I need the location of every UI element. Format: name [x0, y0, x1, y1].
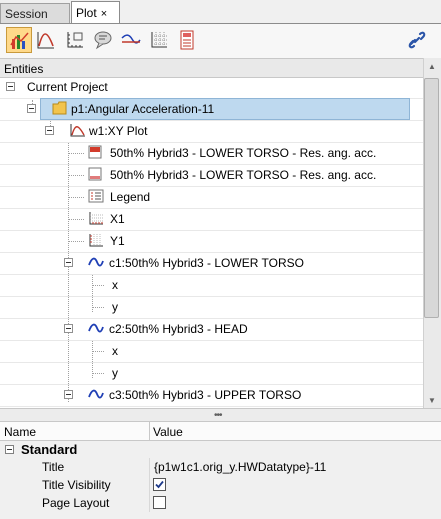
curve-icon	[88, 255, 104, 272]
page-layout-checkbox[interactable]	[153, 496, 166, 509]
legend-icon	[88, 189, 104, 206]
plot-toolbar-icon[interactable]	[6, 27, 32, 53]
tree-item-label: Y1	[110, 234, 125, 248]
tree-item-curve-c2[interactable]: c2:50th% Hybrid3 - HEAD	[0, 318, 423, 340]
tree-item-page[interactable]: p1:Angular Acceleration-11	[0, 98, 423, 120]
tree-item-current-project[interactable]: Current Project	[0, 78, 423, 98]
collapse-icon[interactable]	[5, 445, 14, 454]
checkmark-icon	[155, 480, 164, 489]
tab-session-label: Session	[5, 7, 48, 21]
entities-header-label: Entities	[4, 62, 44, 76]
collapse-icon[interactable]	[45, 126, 54, 135]
property-name: Page Layout	[42, 496, 110, 510]
tree-item-label: X1	[110, 212, 125, 226]
tree-item-label: c3:50th% Hybrid3 - UPPER TORSO	[109, 388, 302, 402]
property-grid-header: Name Value	[0, 422, 441, 441]
tree-item-y[interactable]: y	[0, 296, 423, 318]
tree-item-x[interactable]: x	[0, 340, 423, 362]
tree-item-x[interactable]: x	[0, 274, 423, 296]
tree-item-x-axis[interactable]: X1	[0, 208, 423, 230]
folder-icon	[52, 101, 68, 118]
tree-item-window[interactable]: w1:XY Plot	[0, 120, 423, 142]
row-separator	[0, 406, 423, 407]
x-axis-icon	[88, 211, 104, 228]
curve-icon[interactable]	[33, 27, 59, 53]
splitter-grip-icon[interactable]: •••	[214, 410, 222, 421]
column-divider	[149, 476, 150, 494]
column-divider	[149, 494, 150, 512]
header-icon	[88, 145, 102, 162]
curve-icon	[88, 387, 104, 404]
entity-tree: Current Project p1:Angular Acceleration-…	[0, 78, 423, 408]
collapse-icon[interactable]	[6, 82, 15, 91]
column-divider	[149, 458, 150, 476]
tree-item-y-axis[interactable]: Y1	[0, 230, 423, 252]
collapse-icon[interactable]	[64, 324, 73, 333]
column-divider[interactable]	[149, 422, 150, 441]
axes-icon[interactable]	[62, 27, 88, 53]
xy-plot-icon	[70, 123, 86, 140]
tree-item-label: p1:Angular Acceleration-11	[71, 102, 215, 116]
tree-item-footer[interactable]: 50th% Hybrid3 - LOWER TORSO - Res. ang. …	[0, 164, 423, 186]
tree-item-label: y	[112, 366, 118, 380]
tree-item-curve-c1[interactable]: c1:50th% Hybrid3 - LOWER TORSO	[0, 252, 423, 274]
category-standard[interactable]: Standard	[21, 442, 77, 457]
tree-item-curve-c3[interactable]: c3:50th% Hybrid3 - UPPER TORSO	[0, 384, 423, 406]
scroll-up-icon[interactable]: ▲	[428, 62, 436, 71]
tree-item-label: c2:50th% Hybrid3 - HEAD	[109, 322, 248, 336]
tree-item-y[interactable]: y	[0, 362, 423, 384]
column-header-value[interactable]: Value	[153, 425, 183, 439]
tree-item-label: Current Project	[27, 80, 108, 94]
title-visibility-checkbox[interactable]	[153, 478, 166, 491]
curve-icon	[88, 321, 104, 338]
tab-bar: Session Plot ×	[0, 0, 441, 24]
tree-item-label: y	[112, 300, 118, 314]
collapse-icon[interactable]	[27, 104, 36, 113]
tab-plot-label: Plot	[76, 6, 97, 20]
column-header-name[interactable]: Name	[4, 425, 36, 439]
property-value-title[interactable]: {p1w1c1.orig_y.HWDatatype}-11	[154, 460, 326, 474]
link-icon[interactable]	[404, 27, 430, 53]
tab-session[interactable]: Session	[0, 3, 70, 23]
tree-item-label: x	[112, 278, 118, 292]
tree-item-label: 50th% Hybrid3 - LOWER TORSO - Res. ang. …	[110, 146, 377, 160]
collapse-icon[interactable]	[64, 258, 73, 267]
tree-item-label: w1:XY Plot	[89, 124, 148, 138]
grid-icon[interactable]	[146, 27, 172, 53]
property-name: Title	[42, 460, 65, 474]
tree-item-label: c1:50th% Hybrid3 - LOWER TORSO	[109, 256, 304, 270]
tree-item-label: x	[112, 344, 118, 358]
scroll-down-icon[interactable]: ▼	[428, 396, 436, 405]
close-icon[interactable]: ×	[101, 8, 107, 20]
tree-item-legend[interactable]: Legend	[0, 186, 423, 208]
y-axis-icon	[88, 233, 104, 250]
property-row-title-visibility[interactable]: Title Visibility	[0, 476, 441, 494]
toolbar	[0, 24, 441, 58]
note-icon[interactable]	[90, 27, 116, 53]
page-icon[interactable]	[174, 27, 200, 53]
collapse-icon[interactable]	[64, 390, 73, 399]
property-row-title[interactable]: Title {p1w1c1.orig_y.HWDatatype}-11	[0, 458, 441, 476]
property-name: Title Visibility	[42, 478, 111, 492]
datum-icon[interactable]	[118, 27, 144, 53]
tab-plot[interactable]: Plot ×	[71, 1, 120, 24]
tree-item-header[interactable]: 50th% Hybrid3 - LOWER TORSO - Res. ang. …	[0, 142, 423, 164]
tree-item-label: Legend	[110, 190, 151, 204]
footer-icon	[88, 167, 102, 184]
tree-item-label: 50th% Hybrid3 - LOWER TORSO - Res. ang. …	[110, 168, 377, 182]
entities-header: Entities	[0, 58, 441, 78]
property-row-page-layout[interactable]: Page Layout	[0, 494, 441, 512]
scrollbar-thumb[interactable]	[424, 78, 439, 318]
